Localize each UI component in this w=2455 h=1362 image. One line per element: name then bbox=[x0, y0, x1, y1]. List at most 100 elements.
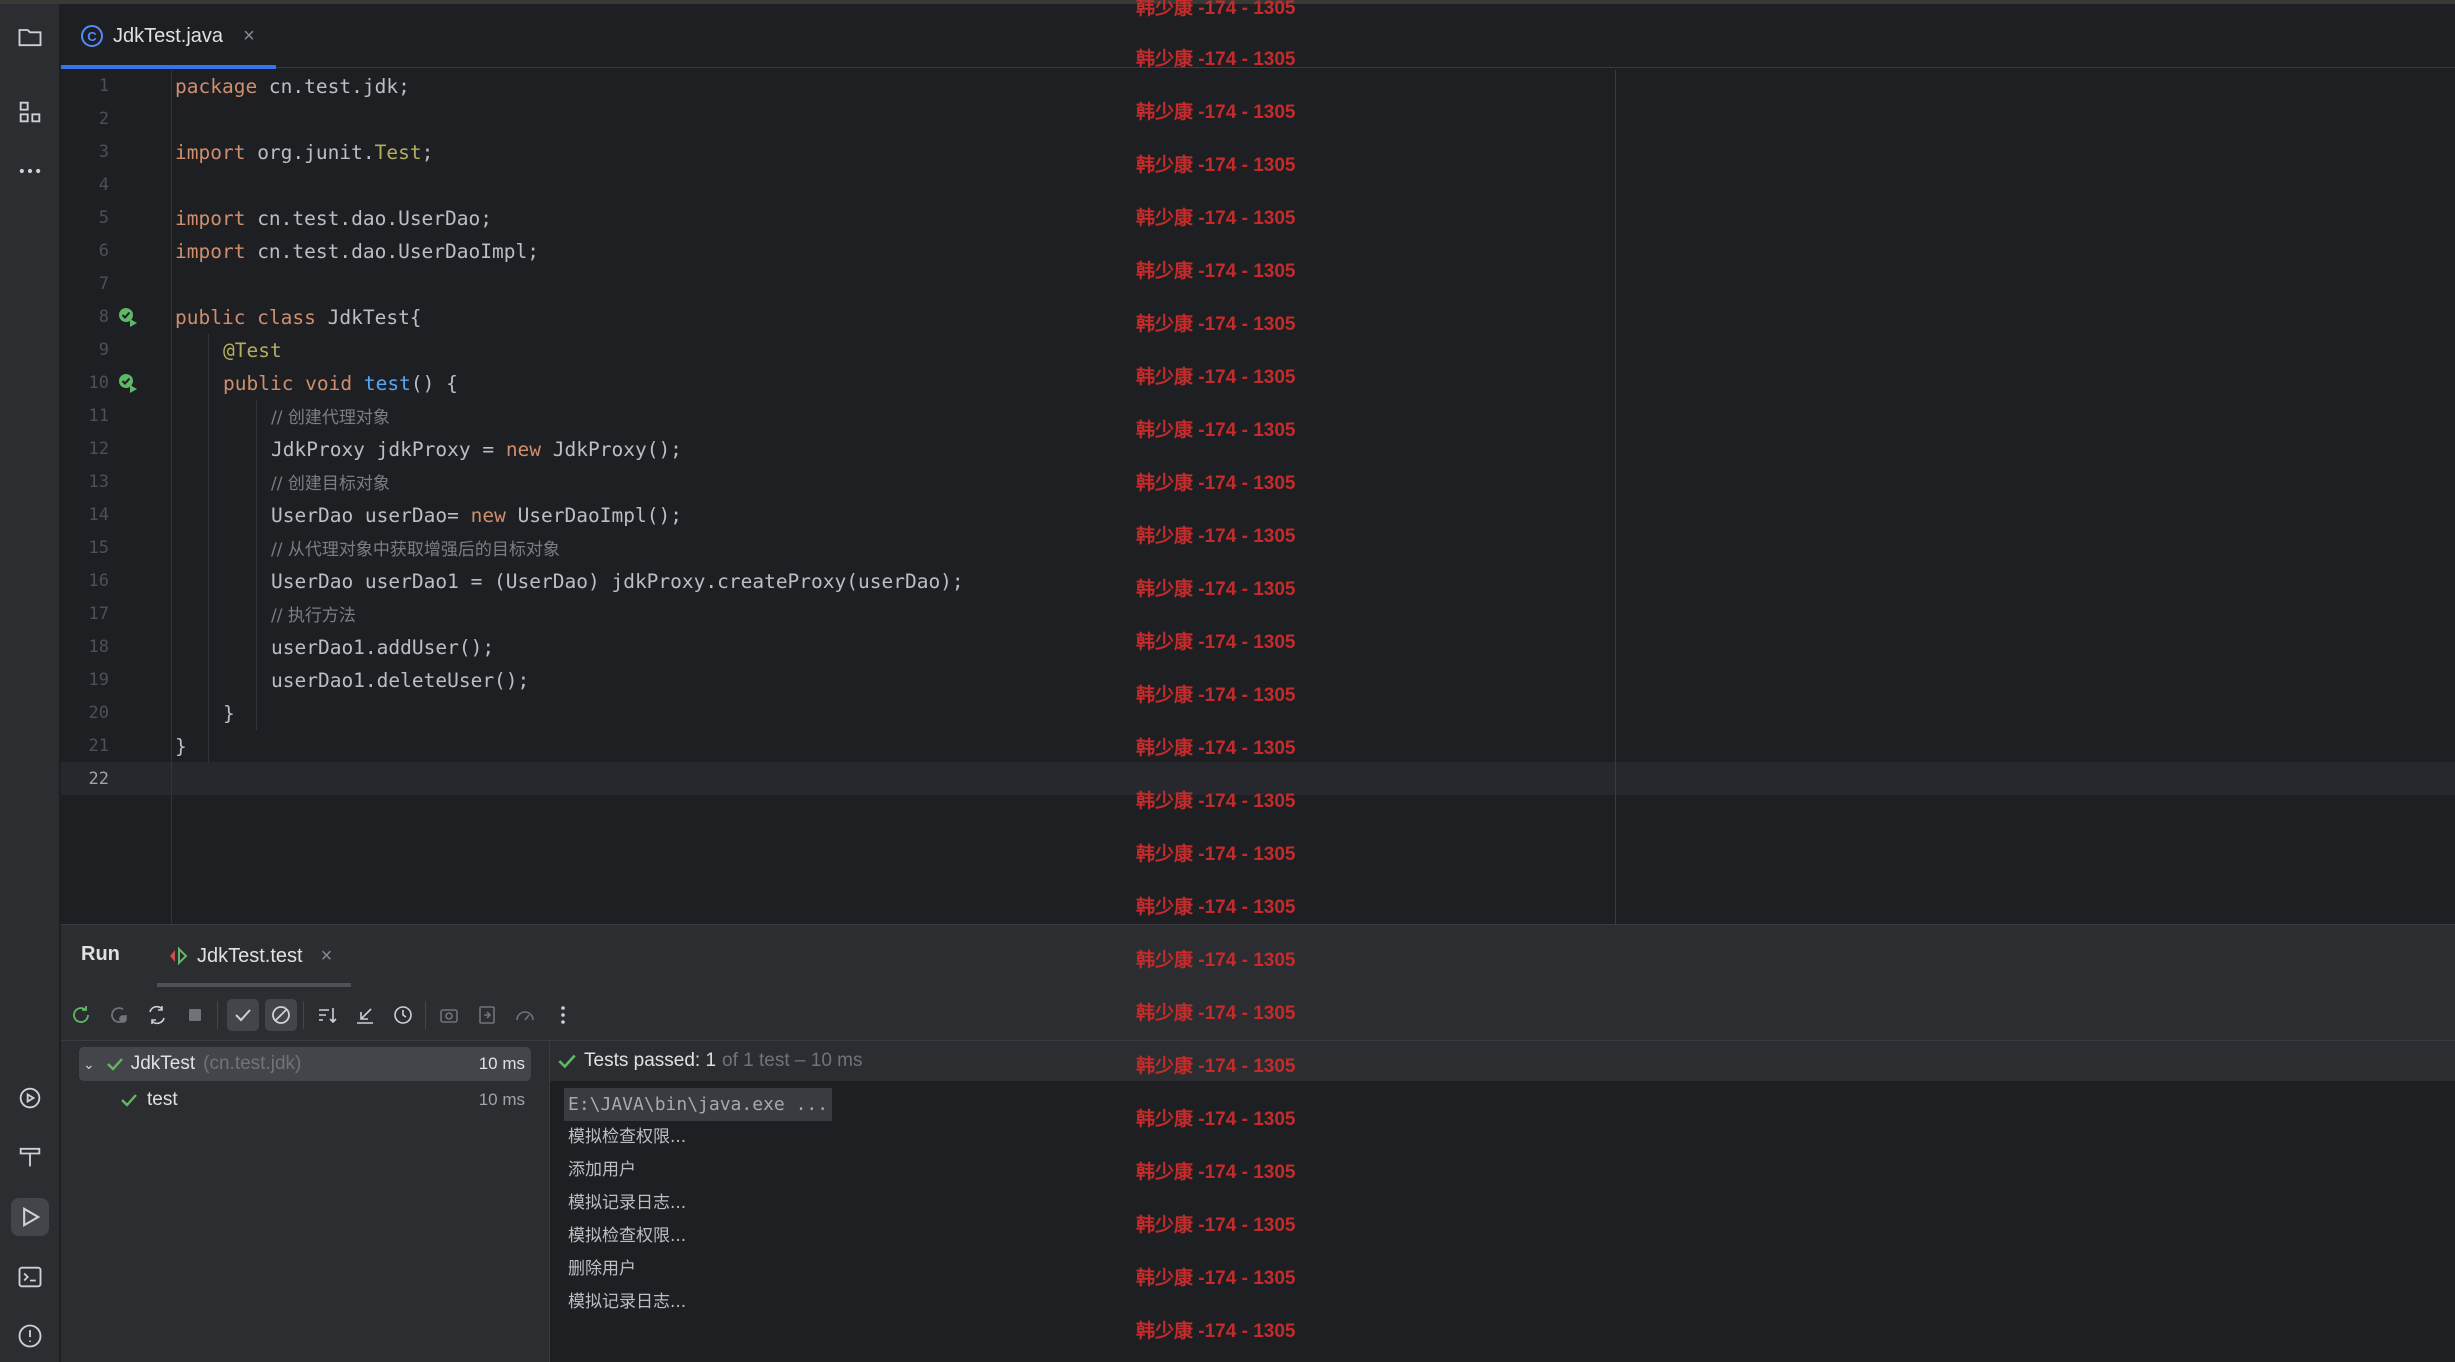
line-number: 13 bbox=[88, 472, 109, 492]
run-test-class-icon[interactable] bbox=[117, 306, 139, 328]
stop-icon[interactable] bbox=[179, 999, 211, 1031]
comment: // 创建目标对象 bbox=[271, 474, 390, 494]
console-line: 模拟检查权限... bbox=[568, 1127, 687, 1147]
code-text: cn.test.jdk; bbox=[257, 75, 410, 98]
code-line: userDao1.addUser(); bbox=[271, 631, 494, 664]
code-text: JdkTest{ bbox=[315, 306, 422, 329]
code-text: UserDao userDao= bbox=[271, 504, 471, 527]
line-number: 19 bbox=[88, 670, 109, 690]
run-config-tab[interactable]: JdkTest.test × bbox=[157, 925, 351, 987]
keyword: import bbox=[175, 240, 246, 263]
run-icon[interactable] bbox=[11, 1198, 49, 1236]
show-ignored-icon[interactable] bbox=[265, 999, 297, 1031]
code-text: userDao1.deleteUser(); bbox=[271, 669, 530, 692]
close-tab-icon[interactable]: × bbox=[321, 945, 333, 968]
code-line: JdkProxy jdkProxy = new JdkProxy(); bbox=[271, 433, 682, 466]
code-line: // 创建目标对象 bbox=[271, 466, 390, 499]
comment: // 从代理对象中获取增强后的目标对象 bbox=[271, 540, 560, 560]
keyword: package bbox=[175, 75, 258, 98]
tree-item-jdktest[interactable]: ⌄ JdkTest (cn.test.jdk) 10 ms bbox=[79, 1047, 531, 1081]
test-history-icon[interactable] bbox=[387, 999, 419, 1031]
code-line: // 执行方法 bbox=[271, 598, 356, 631]
test-class-name: JdkTest bbox=[130, 1053, 196, 1074]
test-passed-icon bbox=[121, 1094, 137, 1107]
rerun-icon[interactable] bbox=[65, 999, 97, 1031]
keyword: import bbox=[175, 207, 246, 230]
run-panel-title: Run bbox=[81, 943, 120, 965]
console-command-line[interactable]: E:\JAVA\bin\java.exe ... bbox=[564, 1088, 833, 1121]
tree-item-test[interactable]: test 10 ms bbox=[119, 1083, 531, 1117]
line-number: 14 bbox=[88, 505, 109, 525]
more-tools-icon[interactable] bbox=[11, 152, 49, 190]
tests-summary: of 1 test – 10 ms bbox=[722, 1050, 863, 1071]
collapse-all-icon[interactable] bbox=[349, 999, 381, 1031]
code-line: package cn.test.jdk; bbox=[175, 70, 410, 103]
toolbar-separator bbox=[303, 1001, 304, 1029]
line-number: 12 bbox=[88, 439, 109, 459]
comment: // 创建代理对象 bbox=[271, 408, 390, 428]
editor-tab-jdktest[interactable]: C JdkTest.java × bbox=[61, 4, 276, 69]
test-duration: 10 ms bbox=[478, 1054, 525, 1073]
active-tab-indicator bbox=[61, 65, 276, 69]
code-line: } bbox=[223, 697, 235, 730]
class-ref: Test bbox=[374, 141, 422, 164]
project-folder-icon[interactable] bbox=[11, 18, 49, 56]
run-test-method-icon[interactable] bbox=[117, 372, 139, 394]
code-line: @Test bbox=[223, 334, 282, 367]
code-line: public void test() { bbox=[223, 367, 458, 400]
line-number: 18 bbox=[88, 637, 109, 657]
tests-passed-icon bbox=[558, 1054, 576, 1069]
services-icon[interactable] bbox=[11, 1079, 49, 1117]
tool-window-strip bbox=[0, 4, 60, 1362]
code-editor: C JdkTest.java × 1 2 3 4 5 6 7 8 9 10 11… bbox=[61, 4, 2455, 924]
close-tab-icon[interactable]: × bbox=[243, 25, 255, 48]
screenshot-icon[interactable] bbox=[433, 999, 465, 1031]
test-duration: 10 ms bbox=[478, 1090, 525, 1109]
run-tool-window: Run JdkTest.test × ⌄ JdkTest (cn.test.jd bbox=[61, 924, 2455, 1362]
line-number: 10 bbox=[88, 373, 109, 393]
line-number: 11 bbox=[88, 406, 109, 426]
line-number: 20 bbox=[88, 703, 109, 723]
annotation: @Test bbox=[223, 339, 282, 362]
line-number: 22 bbox=[88, 769, 109, 789]
console-line: 模拟记录日志... bbox=[568, 1292, 687, 1312]
code-text: } bbox=[223, 702, 235, 725]
console-line: 模拟记录日志... bbox=[568, 1193, 687, 1213]
terminal-icon[interactable] bbox=[11, 1258, 49, 1296]
editor-tab-bar: C JdkTest.java × bbox=[61, 4, 2455, 69]
line-number: 21 bbox=[88, 736, 109, 756]
gutter-divider bbox=[171, 70, 172, 924]
build-hammer-icon[interactable] bbox=[11, 1138, 49, 1176]
problems-icon[interactable] bbox=[11, 1317, 49, 1355]
more-options-icon[interactable] bbox=[547, 999, 579, 1031]
indent-guide bbox=[256, 400, 257, 730]
code-area[interactable]: package cn.test.jdk; import org.junit.Te… bbox=[175, 70, 1675, 924]
code-line: UserDao userDao= new UserDaoImpl(); bbox=[271, 499, 682, 532]
test-config-icon bbox=[170, 946, 188, 966]
test-package-name: (cn.test.jdk) bbox=[203, 1053, 302, 1074]
line-number: 6 bbox=[98, 241, 109, 261]
code-line: } bbox=[175, 730, 187, 763]
line-number: 7 bbox=[98, 274, 109, 294]
test-passed-icon bbox=[106, 1058, 123, 1071]
structure-icon[interactable] bbox=[11, 93, 49, 131]
code-text: org.junit. bbox=[245, 141, 375, 164]
rerun-failed-icon[interactable] bbox=[103, 999, 135, 1031]
export-results-icon[interactable] bbox=[509, 999, 541, 1031]
comment: // 执行方法 bbox=[271, 606, 356, 626]
line-number-gutter: 1 2 3 4 5 6 7 8 9 10 11 12 13 14 15 16 1… bbox=[61, 70, 173, 924]
line-number: 15 bbox=[88, 538, 109, 558]
sort-icon[interactable] bbox=[311, 999, 343, 1031]
code-text: UserDaoImpl(); bbox=[505, 504, 682, 527]
code-text: UserDao userDao1 = (UserDao) jdkProxy.cr… bbox=[271, 570, 964, 593]
console-line: 添加用户 bbox=[568, 1160, 636, 1180]
code-text: JdkProxy(); bbox=[541, 438, 682, 461]
console-output[interactable]: Tests passed: 1 of 1 test – 10 ms E:\JAV… bbox=[549, 1041, 2455, 1362]
import-tests-icon[interactable] bbox=[471, 999, 503, 1031]
show-passed-icon[interactable] bbox=[227, 999, 259, 1031]
code-line: public class JdkTest{ bbox=[175, 301, 422, 334]
toggle-auto-test-icon[interactable] bbox=[141, 999, 173, 1031]
chevron-down-icon[interactable]: ⌄ bbox=[83, 1056, 95, 1073]
line-number: 1 bbox=[98, 76, 109, 96]
code-line: import org.junit.Test; bbox=[175, 136, 433, 169]
